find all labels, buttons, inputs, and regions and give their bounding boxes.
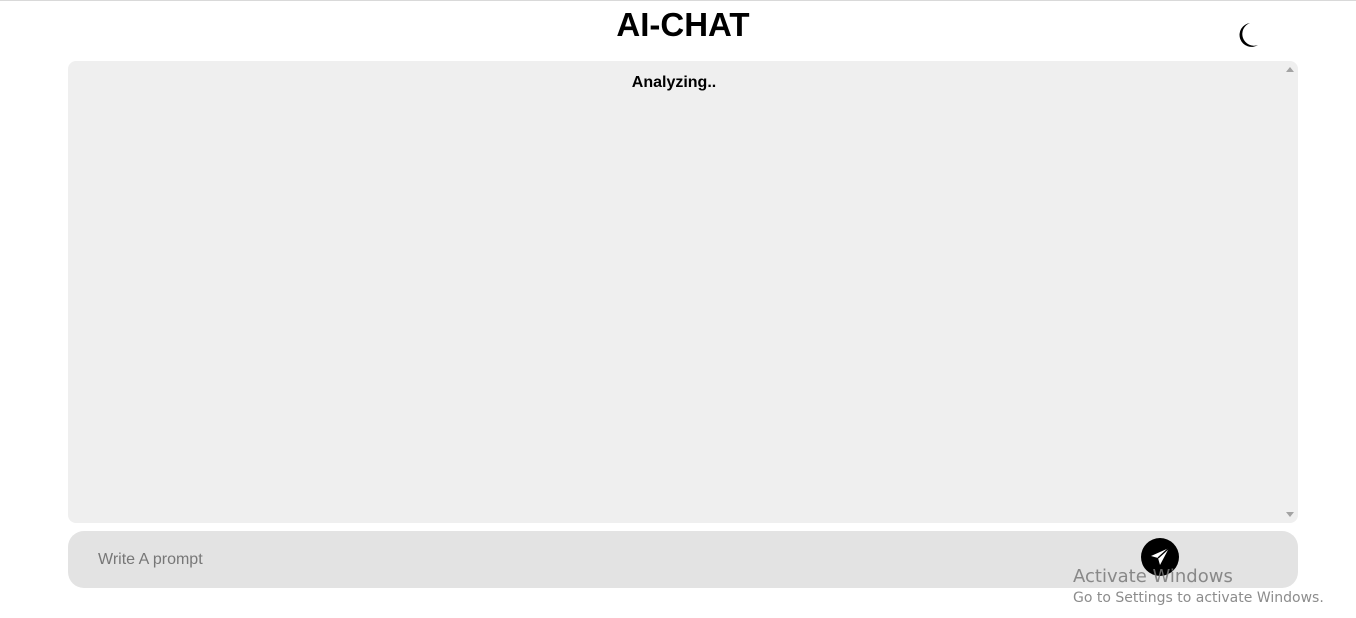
watermark-title: Activate Windows bbox=[1073, 566, 1233, 587]
scroll-up-arrow-icon[interactable] bbox=[1281, 61, 1298, 78]
prompt-input[interactable] bbox=[98, 531, 1128, 588]
chat-output-area[interactable]: Analyzing.. bbox=[68, 61, 1298, 523]
theme-toggle-button[interactable] bbox=[1228, 18, 1262, 52]
activate-windows-watermark: Activate Windows Go to Settings to activ… bbox=[1073, 566, 1324, 608]
watermark-subtitle: Go to Settings to activate Windows. bbox=[1073, 590, 1324, 606]
status-text: Analyzing.. bbox=[631, 74, 717, 91]
app-title: AI-CHAT bbox=[616, 6, 750, 43]
paper-plane-icon bbox=[1151, 547, 1170, 565]
top-border bbox=[0, 0, 1356, 1]
scroll-down-arrow-icon[interactable] bbox=[1281, 506, 1298, 523]
chat-scrollbar[interactable] bbox=[1281, 61, 1298, 523]
moon-icon bbox=[1239, 23, 1258, 47]
